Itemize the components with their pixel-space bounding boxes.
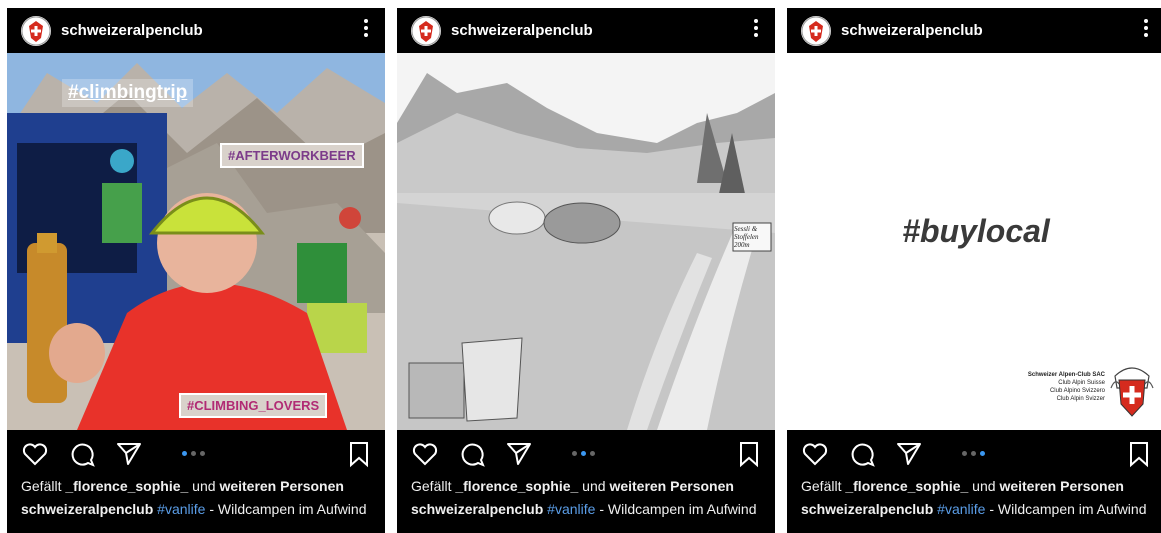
post-1: schweizeralpenclub #climbingtrip #AFTERW… bbox=[7, 8, 385, 533]
username[interactable]: schweizeralpenclub bbox=[841, 22, 983, 39]
share-icon[interactable] bbox=[895, 440, 923, 468]
avatar[interactable] bbox=[801, 15, 831, 46]
caption: schweizeralpenclub #vanlife - Wildcampen… bbox=[801, 501, 1147, 517]
sac-logo-icon bbox=[801, 16, 831, 45]
share-icon[interactable] bbox=[115, 440, 143, 468]
bookmark-icon[interactable] bbox=[345, 440, 373, 468]
post-image-pencil-drawing[interactable]: Sessli & Stoffelen 200m bbox=[397, 53, 775, 430]
action-bar bbox=[397, 436, 775, 472]
post-header: schweizeralpenclub bbox=[7, 8, 385, 53]
others-link[interactable]: weiteren Personen bbox=[609, 478, 734, 494]
carousel-indicator bbox=[182, 451, 205, 456]
comment-icon[interactable] bbox=[849, 440, 877, 468]
more-icon[interactable] bbox=[1144, 17, 1149, 41]
post-3: schweizeralpenclub #buylocal Schweizer A… bbox=[787, 8, 1161, 533]
sac-logo-icon bbox=[411, 16, 441, 45]
heart-icon[interactable] bbox=[21, 440, 49, 468]
comment-icon[interactable] bbox=[69, 440, 97, 468]
caption-user[interactable]: schweizeralpenclub bbox=[21, 501, 153, 517]
others-link[interactable]: weiteren Personen bbox=[999, 478, 1124, 494]
carousel-indicator bbox=[572, 451, 595, 456]
caption-hashtag[interactable]: #vanlife bbox=[937, 501, 985, 517]
share-icon[interactable] bbox=[505, 440, 533, 468]
action-bar bbox=[787, 436, 1161, 472]
overlay-hashtag: #AFTERWORKBEER bbox=[220, 143, 364, 168]
sac-logo-icon bbox=[1110, 367, 1154, 417]
sac-logo-icon bbox=[21, 16, 51, 45]
avatar[interactable] bbox=[21, 15, 51, 46]
username[interactable]: schweizeralpenclub bbox=[61, 22, 203, 39]
action-bar bbox=[7, 436, 385, 472]
post-image-climbing[interactable]: #climbingtrip #AFTERWORKBEER #CLIMBING_L… bbox=[7, 53, 385, 430]
post-header: schweizeralpenclub bbox=[787, 8, 1161, 53]
bookmark-icon[interactable] bbox=[1125, 440, 1153, 468]
likes-line: Gefällt _florence_sophie_ und weiteren P… bbox=[801, 478, 1124, 494]
post-2: schweizeralpenclub Sessli & Stoffelen 20… bbox=[397, 8, 775, 533]
caption-user[interactable]: schweizeralpenclub bbox=[411, 501, 543, 517]
trail-sign-text: Sessli & Stoffelen 200m bbox=[734, 225, 759, 249]
post-image-buylocal[interactable]: #buylocal Schweizer Alpen-Club SAC Club … bbox=[787, 53, 1161, 430]
overlay-hashtag: #CLIMBING_LOVERS bbox=[179, 393, 328, 418]
caption: schweizeralpenclub #vanlife - Wildcampen… bbox=[411, 501, 757, 517]
post-header: schweizeralpenclub bbox=[397, 8, 775, 53]
caption: schweizeralpenclub #vanlife - Wildcampen… bbox=[21, 501, 367, 517]
overlay-hashtag: #climbingtrip bbox=[62, 79, 194, 107]
username[interactable]: schweizeralpenclub bbox=[451, 22, 593, 39]
caption-hashtag[interactable]: #vanlife bbox=[547, 501, 595, 517]
heart-icon[interactable] bbox=[411, 440, 439, 468]
heart-icon[interactable] bbox=[801, 440, 829, 468]
headline-hashtag: #buylocal bbox=[902, 213, 1050, 249]
liked-by-user[interactable]: _florence_sophie_ bbox=[65, 478, 188, 494]
liked-by-user[interactable]: _florence_sophie_ bbox=[455, 478, 578, 494]
liked-by-user[interactable]: _florence_sophie_ bbox=[845, 478, 968, 494]
sac-logo-text: Schweizer Alpen-Club SAC Club Alpin Suis… bbox=[1027, 372, 1105, 402]
avatar[interactable] bbox=[411, 15, 441, 46]
caption-user[interactable]: schweizeralpenclub bbox=[801, 501, 933, 517]
others-link[interactable]: weiteren Personen bbox=[219, 478, 344, 494]
comment-icon[interactable] bbox=[459, 440, 487, 468]
likes-line: Gefällt _florence_sophie_ und weiteren P… bbox=[21, 478, 344, 494]
carousel-indicator bbox=[962, 451, 985, 456]
bookmark-icon[interactable] bbox=[735, 440, 763, 468]
caption-hashtag[interactable]: #vanlife bbox=[157, 501, 205, 517]
more-icon[interactable] bbox=[754, 17, 759, 41]
likes-line: Gefällt _florence_sophie_ und weiteren P… bbox=[411, 478, 734, 494]
more-icon[interactable] bbox=[364, 17, 369, 41]
